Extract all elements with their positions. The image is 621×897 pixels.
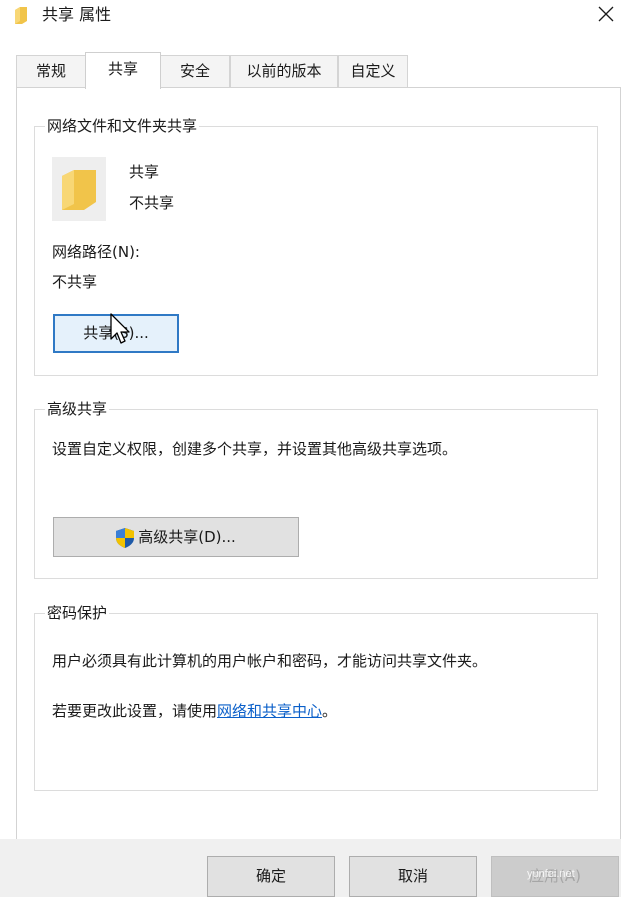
title-bar: 共享 属性 bbox=[0, 0, 621, 32]
folder-name: 共享 bbox=[129, 163, 160, 181]
network-sharing-title: 网络文件和文件夹共享 bbox=[45, 116, 200, 136]
password-protection-description: 用户必须具有此计算机的用户帐户和密码，才能访问共享文件夹。 bbox=[52, 652, 488, 670]
network-path-label: 网络路径(N): bbox=[52, 243, 140, 261]
tab-general[interactable]: 常规 bbox=[16, 55, 86, 87]
close-button[interactable] bbox=[591, 0, 621, 30]
ok-button-label: 确定 bbox=[255, 867, 286, 885]
folder-thumbnail bbox=[52, 157, 106, 221]
folder-icon bbox=[62, 170, 96, 210]
uac-shield-icon bbox=[116, 527, 135, 548]
window-title: 共享 属性 bbox=[42, 5, 112, 24]
mouse-cursor-icon bbox=[110, 313, 130, 344]
advanced-sharing-description: 设置自定义权限，创建多个共享，并设置其他高级共享选项。 bbox=[52, 440, 458, 458]
tab-customize[interactable]: 自定义 bbox=[338, 55, 408, 87]
password-settings-suffix: 。 bbox=[322, 702, 338, 720]
cancel-button-label: 取消 bbox=[397, 867, 428, 885]
cancel-button[interactable]: 取消 bbox=[349, 856, 477, 897]
tab-previous-versions[interactable]: 以前的版本 bbox=[230, 55, 338, 87]
tab-sharing[interactable]: 共享 bbox=[85, 52, 161, 89]
advanced-sharing-title: 高级共享 bbox=[45, 399, 110, 419]
folder-share-status: 不共享 bbox=[129, 194, 175, 212]
network-path-value: 不共享 bbox=[52, 273, 98, 291]
password-protection-title: 密码保护 bbox=[45, 603, 110, 623]
advanced-sharing-button-label: 高级共享(D)... bbox=[138, 528, 236, 546]
watermark-text: yunfei.net bbox=[527, 868, 575, 880]
network-sharing-center-link[interactable]: 网络和共享中心 bbox=[217, 702, 322, 720]
advanced-sharing-button[interactable]: 高级共享(D)... bbox=[53, 517, 299, 557]
tab-strip: 常规 共享 安全 以前的版本 自定义 bbox=[0, 52, 621, 89]
password-settings-prefix: 若要更改此设置，请使用 bbox=[52, 702, 218, 720]
ok-button[interactable]: 确定 bbox=[207, 856, 335, 897]
password-settings-line: 若要更改此设置，请使用网络和共享中心。 bbox=[52, 701, 337, 721]
folder-icon bbox=[15, 7, 27, 24]
tab-security[interactable]: 安全 bbox=[160, 55, 230, 87]
close-icon bbox=[598, 6, 614, 22]
